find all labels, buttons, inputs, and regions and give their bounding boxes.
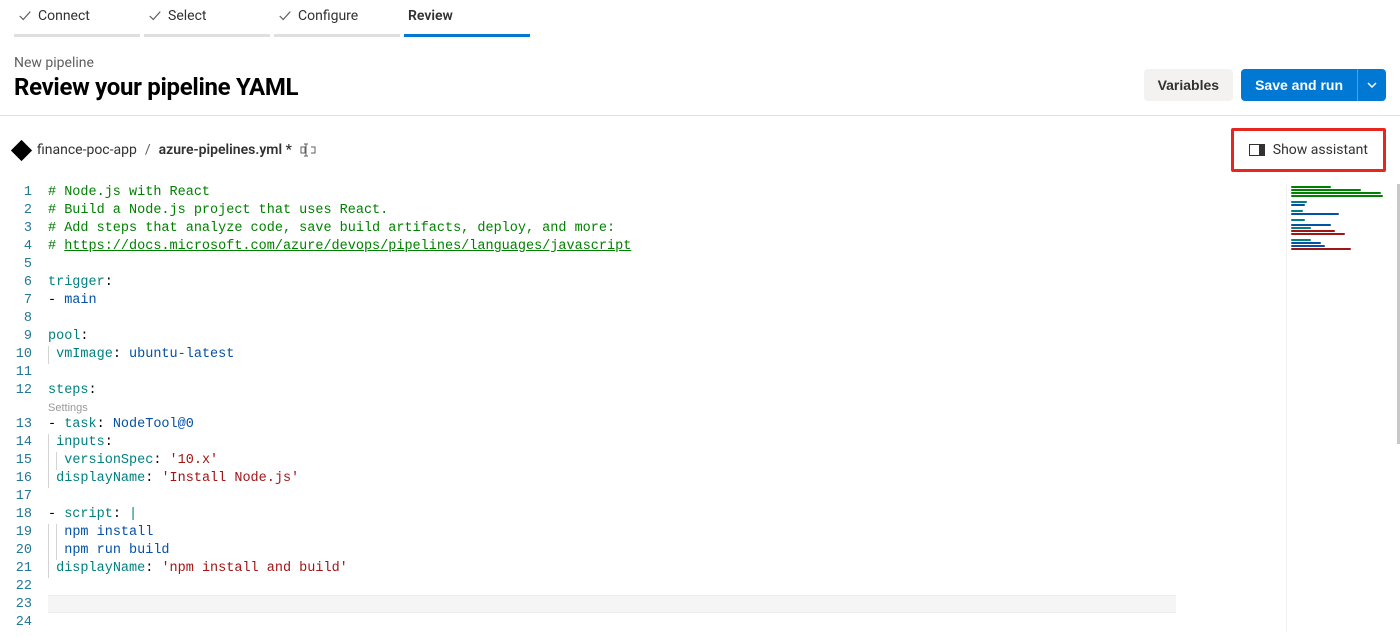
file-row: finance-poc-app / azure-pipelines.yml * …	[0, 116, 1400, 184]
check-icon	[278, 9, 292, 23]
save-run-split-button: Save and run	[1241, 69, 1386, 101]
file-breadcrumb: finance-poc-app / azure-pipelines.yml *	[14, 142, 316, 158]
editor[interactable]: 1 2 3 4 5 6 7 8 9 10 11 12 13 14 15 16 1…	[0, 184, 1400, 632]
chevron-down-icon	[1367, 80, 1377, 90]
pipeline-stepper: Connect Select Configure Review	[0, 0, 1400, 37]
page-header: New pipeline Review your pipeline YAML V…	[0, 37, 1400, 115]
save-run-chevron[interactable]	[1358, 69, 1386, 101]
page-title: Review your pipeline YAML	[14, 73, 298, 101]
step-label: Connect	[38, 8, 90, 24]
step-configure[interactable]: Configure	[274, 0, 400, 37]
minimap[interactable]	[1286, 184, 1386, 632]
code-content[interactable]: # Node.js with React # Build a Node.js p…	[48, 184, 1286, 632]
step-review[interactable]: Review	[404, 0, 530, 37]
step-label: Configure	[298, 8, 358, 24]
show-assistant-highlight: Show assistant	[1231, 128, 1386, 172]
rename-icon[interactable]	[300, 142, 316, 158]
step-select[interactable]: Select	[144, 0, 270, 37]
step-label: Select	[168, 8, 206, 24]
repo-name[interactable]: finance-poc-app	[37, 142, 137, 158]
step-label: Review	[408, 8, 453, 24]
save-run-button[interactable]: Save and run	[1241, 69, 1358, 101]
cursor-line	[48, 595, 1176, 613]
breadcrumb-sep: /	[145, 142, 151, 158]
variables-button[interactable]: Variables	[1144, 69, 1234, 101]
breadcrumb: New pipeline	[14, 55, 298, 71]
check-icon	[18, 9, 32, 23]
file-name[interactable]: azure-pipelines.yml	[159, 142, 282, 158]
check-icon	[148, 9, 162, 23]
show-assistant-label: Show assistant	[1273, 142, 1368, 158]
panel-icon	[1249, 144, 1265, 156]
repo-icon	[11, 139, 32, 160]
codelens-settings[interactable]: Settings	[48, 400, 1176, 416]
show-assistant-button[interactable]: Show assistant	[1237, 134, 1380, 166]
line-gutter: 1 2 3 4 5 6 7 8 9 10 11 12 13 14 15 16 1…	[14, 184, 48, 632]
step-connect[interactable]: Connect	[14, 0, 140, 37]
file-dirty: *	[286, 142, 292, 158]
